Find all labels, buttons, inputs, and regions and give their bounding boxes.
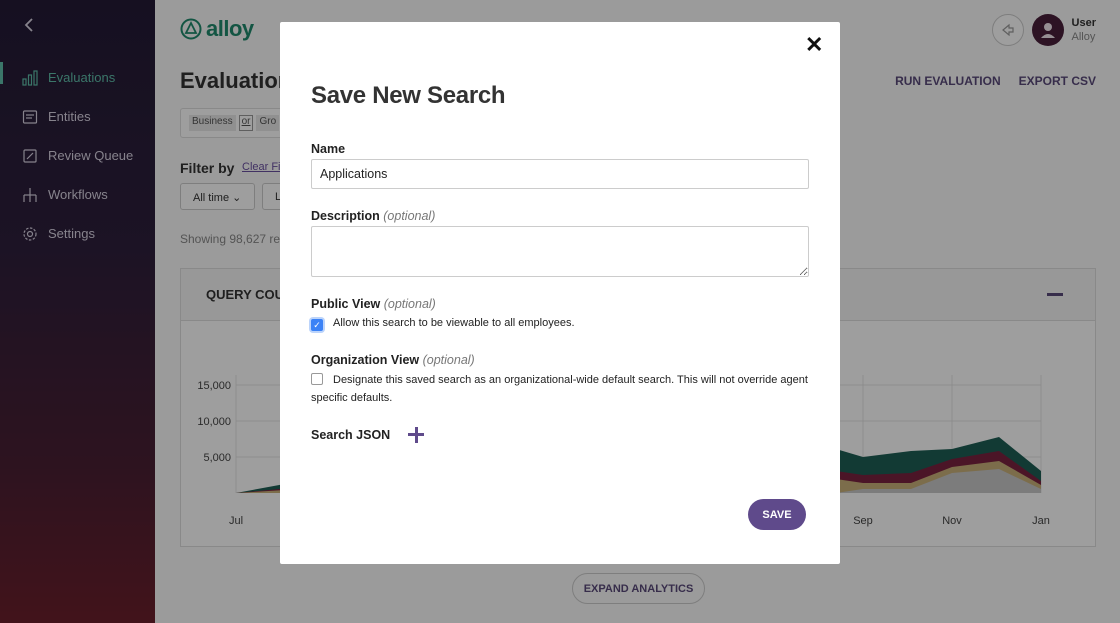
public-view-option: ✓ Allow this search to be viewable to all… [311,314,575,332]
plus-icon[interactable] [408,427,425,443]
description-label: Description (optional) [311,209,435,223]
organization-view-checkbox[interactable] [311,373,323,385]
name-field[interactable] [311,159,809,189]
name-label: Name [311,142,345,156]
save-button[interactable]: SAVE [748,499,806,530]
modal-title: Save New Search [311,82,506,109]
search-json-label: Search JSON [311,428,391,442]
optional-hint: (optional) [383,297,436,311]
public-view-label-text: Public View [311,297,381,311]
public-view-checkbox-text: Allow this search to be viewable to all … [333,317,575,329]
description-field[interactable] [311,226,809,277]
public-view-label: Public View (optional) [311,297,436,311]
organization-view-label: Organization View (optional) [311,353,475,367]
optional-hint: (optional) [383,209,436,223]
organization-view-checkbox-text: Designate this saved search as an organi… [311,374,808,404]
organization-view-option: Designate this saved search as an organi… [311,371,811,407]
organization-view-label-text: Organization View [311,353,420,367]
optional-hint: (optional) [422,353,475,367]
save-search-modal: ✕ Save New Search Name Description (opti… [280,22,840,564]
public-view-checkbox[interactable]: ✓ [311,319,323,331]
close-icon[interactable]: ✕ [805,34,823,56]
search-json-row: Search JSON [311,427,425,443]
name-label-text: Name [311,142,346,156]
description-label-text: Description [311,209,380,223]
